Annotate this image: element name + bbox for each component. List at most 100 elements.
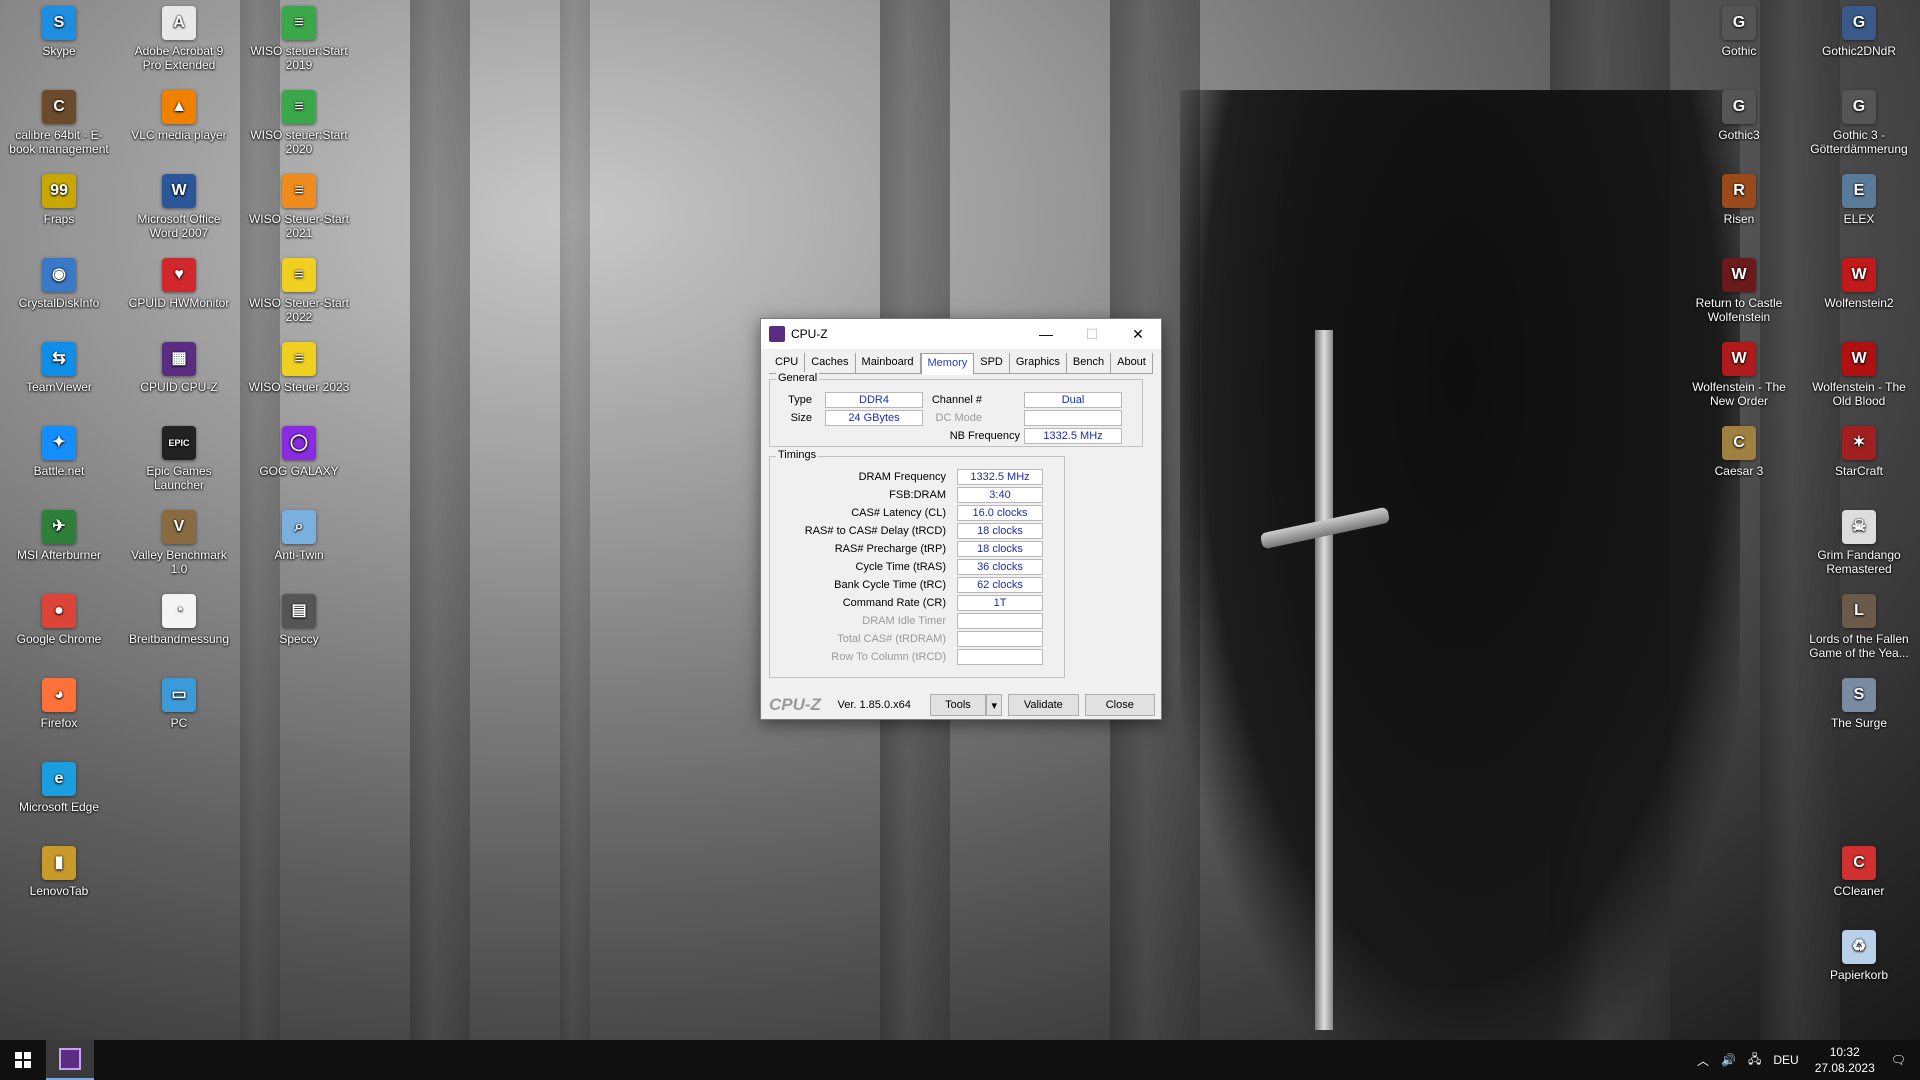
skype-icon: S xyxy=(42,6,76,40)
taskbar-cpuz[interactable] xyxy=(46,1040,94,1080)
desktop-icon[interactable]: EPIC Epic Games Launcher xyxy=(124,426,234,492)
timings-group: Timings DRAM Frequency 1332.5 MHz FSB:DRAM… xyxy=(769,449,1065,678)
desktop-icon-label: WISO steuer:Start 2020 xyxy=(250,128,348,156)
desktop-icon[interactable]: A Adobe Acrobat 9 Pro Extended xyxy=(124,6,234,72)
desktop-icon[interactable]: ◉ CrystalDiskInfo xyxy=(4,258,114,310)
gothic-icon: G xyxy=(1722,6,1756,40)
gothic3-icon: G xyxy=(1722,90,1756,124)
desktop-icon[interactable]: W Wolfenstein2 xyxy=(1804,258,1914,310)
desktop-icon[interactable]: ♻ Papierkorb xyxy=(1804,930,1914,982)
desktop-icon[interactable]: ✈ MSI Afterburner xyxy=(4,510,114,562)
desktop-icon[interactable]: C Caesar 3 xyxy=(1684,426,1794,478)
desktop-icon-label: WISO Steuer-Start 2022 xyxy=(248,296,350,324)
title-bar[interactable]: CPU-Z — ☐ ✕ xyxy=(761,319,1161,349)
notifications-icon[interactable]: 🗨 xyxy=(1891,1053,1906,1067)
desktop-icon[interactable]: W Return to Castle Wolfenstein xyxy=(1684,258,1794,324)
desktop-icon[interactable]: e Microsoft Edge xyxy=(4,762,114,814)
tools-dropdown-arrow-icon[interactable]: ▾ xyxy=(986,694,1003,716)
start-button[interactable] xyxy=(0,1040,46,1080)
timing-value: 36 clocks xyxy=(957,559,1043,575)
desktop-icon-label: Gothic xyxy=(1721,44,1757,58)
validate-button[interactable]: Validate xyxy=(1008,694,1079,716)
desktop-icon[interactable]: 99 Fraps xyxy=(4,174,114,226)
desktop-icon[interactable]: ≡ WISO steuer:Start 2020 xyxy=(244,90,354,156)
close-button[interactable]: Close xyxy=(1084,694,1156,716)
desktop-icon-label: calibre 64bit - E-book management xyxy=(9,128,109,156)
starcraft-icon: ✶ xyxy=(1842,426,1876,460)
timing-value xyxy=(957,613,1043,629)
tab-graphics[interactable]: Graphics xyxy=(1010,353,1067,373)
tab-mainboard[interactable]: Mainboard xyxy=(856,353,921,373)
tab-spd[interactable]: SPD xyxy=(974,353,1010,373)
desktop-icon[interactable]: Ccalibre 64bit - E-book management xyxy=(4,90,114,156)
desktop-icon[interactable]: ✶ StarCraft xyxy=(1804,426,1914,478)
cpuz-app-icon xyxy=(769,326,785,342)
battlenet-icon: ✦ xyxy=(42,426,76,460)
desktop-icon[interactable]: ● Google Chrome xyxy=(4,594,114,646)
desktop-icon[interactable]: ♥ CPUID HWMonitor xyxy=(124,258,234,310)
desktop-icon[interactable]: ▦ CPUID CPU-Z xyxy=(124,342,234,394)
minimize-button[interactable]: — xyxy=(1023,319,1069,349)
edge-icon: e xyxy=(42,762,76,796)
desktop-icon-label: Lords of the Fallen Game of the Yea... xyxy=(1809,632,1909,660)
tab-caches[interactable]: Caches xyxy=(805,353,856,373)
tab-cpu[interactable]: CPU xyxy=(769,353,806,373)
channel-value: Dual xyxy=(1024,392,1122,408)
risen-icon: R xyxy=(1722,174,1756,208)
desktop-icon[interactable]: S Skype xyxy=(4,6,114,58)
desktop-icon[interactable]: ⌕ Anti-Twin xyxy=(244,510,354,562)
desktop-icon[interactable]: ▭ PC xyxy=(124,678,234,730)
tools-button[interactable]: Tools xyxy=(929,694,987,716)
desktop-icon[interactable]: ✦ Battle.net xyxy=(4,426,114,478)
general-label: General xyxy=(776,372,820,384)
timing-value: 1T xyxy=(957,595,1043,611)
tab-bench[interactable]: Bench xyxy=(1067,353,1112,373)
desktop-icon-label: The Surge xyxy=(1830,716,1888,730)
desktop-icon[interactable]: G Gothic2DNdR xyxy=(1804,6,1914,58)
desktop-icon[interactable]: ◕ Firefox xyxy=(4,678,114,730)
desktop-icon[interactable]: W Wolfenstein - The Old Blood xyxy=(1804,342,1914,408)
wolfenstein-new-order-icon: W xyxy=(1722,342,1756,376)
desktop-icon[interactable]: ▮ LenovoTab xyxy=(4,846,114,898)
desktop-icon[interactable]: S The Surge xyxy=(1804,678,1914,730)
desktop-icon[interactable]: G Gothic 3 - Götterdämmerung xyxy=(1804,90,1914,156)
anti-twin-icon: ⌕ xyxy=(282,510,316,544)
nbfreq-value: 1332.5 MHz xyxy=(1024,428,1122,444)
cpuz-window[interactable]: CPU-Z — ☐ ✕ CPU Caches Mainboard Memory SPD G… xyxy=(760,318,1162,720)
cpuz-brand: CPU-Z xyxy=(769,695,821,714)
volume-icon[interactable]: 🔊 xyxy=(1721,1053,1736,1067)
desktop-icon[interactable]: G Gothic3 xyxy=(1684,90,1794,142)
desktop-icon[interactable]: V Valley Benchmark 1.0 xyxy=(124,510,234,576)
desktop-icon-label: MSI Afterburner xyxy=(16,548,102,562)
desktop-icon[interactable]: ▲ VLC media player xyxy=(124,90,234,142)
show-hidden-icons-chevron-icon[interactable]: ︿ xyxy=(1697,1052,1709,1069)
desktop-icon[interactable]: R Risen xyxy=(1684,174,1794,226)
desktop-icon[interactable]: ⇆ TeamViewer xyxy=(4,342,114,394)
clock[interactable]: 10:32 27.08.2023 xyxy=(1815,1044,1875,1076)
tab-about[interactable]: About xyxy=(1111,353,1153,373)
desktop-icon[interactable]: L Lords of the Fallen Game of the Yea... xyxy=(1804,594,1914,660)
language-indicator[interactable]: DEU xyxy=(1773,1053,1798,1067)
tab-memory[interactable]: Memory xyxy=(920,353,975,375)
desktop-icon[interactable]: ☠ Grim Fandango Remastered xyxy=(1804,510,1914,576)
desktop-icon[interactable]: ≡ WISO steuer:Start 2019 xyxy=(244,6,354,72)
desktop-icon[interactable]: G Gothic xyxy=(1684,6,1794,58)
desktop-icon[interactable]: ◯ GOG GALAXY xyxy=(244,426,354,478)
desktop-icon[interactable]: ≡ WISO Steuer-Start 2021 xyxy=(244,174,354,240)
desktop-icon[interactable]: E ELEX xyxy=(1804,174,1914,226)
epic-games-icon: EPIC xyxy=(162,426,196,460)
timing-value: 16.0 clocks xyxy=(957,505,1043,521)
desktop-icon[interactable]: ▤ Speccy xyxy=(244,594,354,646)
close-window-button[interactable]: ✕ xyxy=(1115,319,1161,349)
desktop-icon-label: WISO Steuer 2023 xyxy=(248,380,350,394)
dcmode-value xyxy=(1024,410,1122,426)
maximize-button[interactable]: ☐ xyxy=(1069,319,1115,349)
lenovotab-icon: ▮ xyxy=(42,846,76,880)
desktop-icon[interactable]: ≡ WISO Steuer 2023 xyxy=(244,342,354,394)
desktop-icon[interactable]: W Wolfenstein - The New Order xyxy=(1684,342,1794,408)
desktop-icon[interactable]: C CCleaner xyxy=(1804,846,1914,898)
desktop-icon[interactable]: ◔ Breitbandmessung xyxy=(124,594,234,646)
network-icon[interactable]: 🖧 xyxy=(1748,1050,1761,1071)
desktop-icon[interactable]: W Microsoft Office Word 2007 xyxy=(124,174,234,240)
desktop-icon[interactable]: ≡ WISO Steuer-Start 2022 xyxy=(244,258,354,324)
